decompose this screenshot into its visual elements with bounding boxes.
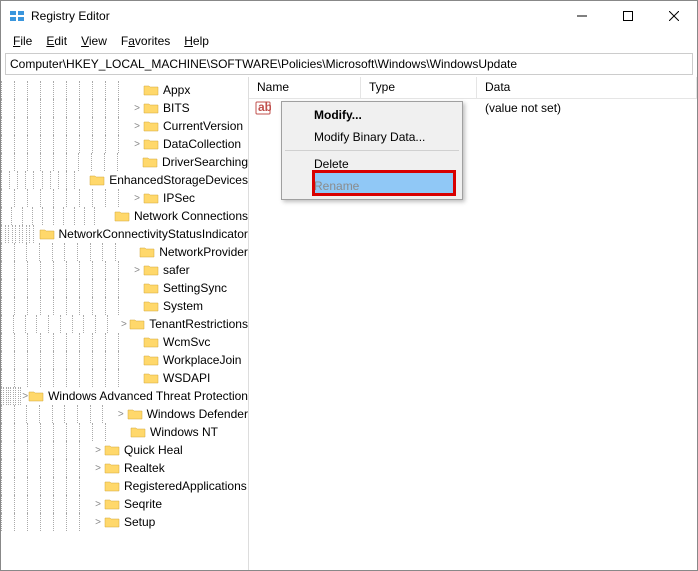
tree-item-label: WcmSvc (163, 335, 210, 349)
expander-icon[interactable]: > (92, 499, 104, 510)
tree-item-label: Network Connections (134, 209, 248, 223)
tree-item-label: NetworkProvider (159, 245, 248, 259)
tree-item[interactable]: Windows NT (1, 423, 248, 441)
tree-item[interactable]: NetworkProvider (1, 243, 248, 261)
tree-item[interactable]: > Quick Heal (1, 441, 248, 459)
tree-item[interactable]: > TenantRestrictions (1, 315, 248, 333)
window-controls (559, 1, 697, 31)
close-button[interactable] (651, 1, 697, 31)
minimize-button[interactable] (559, 1, 605, 31)
window-title: Registry Editor (31, 9, 559, 23)
expander-icon[interactable]: > (119, 319, 130, 330)
tree-item-label: Windows Defender (147, 407, 248, 421)
tree-item-label: CurrentVersion (163, 119, 243, 133)
tree-item[interactable]: WcmSvc (1, 333, 248, 351)
tree-pane[interactable]: Appx > BITS > CurrentVersion > DataCollection D… (1, 77, 249, 570)
tree-item[interactable]: WSDAPI (1, 369, 248, 387)
tree-item[interactable]: NetworkConnectivityStatusIndicator (1, 225, 248, 243)
context-delete[interactable]: Delete (284, 153, 460, 175)
tree-item[interactable]: > DataCollection (1, 135, 248, 153)
context-menu: Modify... Modify Binary Data... Delete R… (281, 101, 463, 200)
tree-item[interactable]: DriverSearching (1, 153, 248, 171)
column-name[interactable]: Name (249, 77, 361, 98)
tree-item[interactable]: > CurrentVersion (1, 117, 248, 135)
expander-icon[interactable]: > (131, 265, 143, 276)
tree-item-label: IPSec (163, 191, 195, 205)
context-modify[interactable]: Modify... (284, 104, 460, 126)
expander-icon[interactable]: > (115, 409, 127, 420)
tree-item-label: Quick Heal (124, 443, 183, 457)
tree-item[interactable]: EnhancedStorageDevices (1, 171, 248, 189)
context-separator (285, 150, 459, 151)
tree-item[interactable]: SettingSync (1, 279, 248, 297)
tree-item[interactable]: > Windows Defender (1, 405, 248, 423)
reg-string-icon: ab (255, 101, 271, 115)
menu-favorites[interactable]: Favorites (115, 32, 176, 50)
registry-editor-icon (9, 8, 25, 24)
svg-text:ab: ab (258, 101, 271, 114)
tree-item[interactable]: > IPSec (1, 189, 248, 207)
tree-item-label: RegisteredApplications (124, 479, 247, 493)
list-pane[interactable]: Name Type Data ab (value not set) Modify… (249, 77, 697, 570)
tree-item[interactable]: >Windows Advanced Threat Protection (1, 387, 248, 405)
tree-item-label: safer (163, 263, 190, 277)
titlebar: Registry Editor (1, 1, 697, 31)
tree-item[interactable]: WorkplaceJoin (1, 351, 248, 369)
tree-item[interactable]: Network Connections (1, 207, 248, 225)
tree-item[interactable]: System (1, 297, 248, 315)
maximize-button[interactable] (605, 1, 651, 31)
tree-item-label: WorkplaceJoin (163, 353, 241, 367)
menu-file[interactable]: File (7, 32, 38, 50)
list-cell-data: (value not set) (477, 100, 697, 116)
tree-item-label: Realtek (124, 461, 165, 475)
tree-item[interactable]: > BITS (1, 99, 248, 117)
menubar: File Edit View Favorites Help (1, 31, 697, 51)
expander-icon[interactable]: > (92, 463, 104, 474)
menu-view[interactable]: View (75, 32, 113, 50)
tree-item-label: Windows NT (150, 425, 218, 439)
tree-item-label: DataCollection (163, 137, 241, 151)
tree-item-label: Setup (124, 515, 155, 529)
tree-item-label: NetworkConnectivityStatusIndicator (59, 227, 248, 241)
tree-item-label: SettingSync (163, 281, 227, 295)
column-data[interactable]: Data (477, 77, 697, 98)
tree-item[interactable]: RegisteredApplications (1, 477, 248, 495)
tree-item-label: TenantRestrictions (149, 317, 248, 331)
expander-icon[interactable]: > (92, 445, 104, 456)
expander-icon[interactable]: > (131, 121, 143, 132)
context-rename[interactable]: Rename (284, 175, 460, 197)
tree-item-label: WSDAPI (163, 371, 210, 385)
tree-item[interactable]: > Realtek (1, 459, 248, 477)
tree-item-label: DriverSearching (162, 155, 248, 169)
menu-edit[interactable]: Edit (40, 32, 73, 50)
tree-item[interactable]: > safer (1, 261, 248, 279)
tree-item[interactable]: Appx (1, 81, 248, 99)
address-bar[interactable]: Computer\HKEY_LOCAL_MACHINE\SOFTWARE\Pol… (5, 53, 693, 75)
tree-item-label: Appx (163, 83, 190, 97)
expander-icon[interactable]: > (131, 103, 143, 114)
tree-item[interactable]: > Setup (1, 513, 248, 531)
tree-item-label: Windows Advanced Threat Protection (48, 389, 248, 403)
expander-icon[interactable]: > (92, 517, 104, 528)
tree-item-label: Seqrite (124, 497, 162, 511)
list-header: Name Type Data (249, 77, 697, 99)
tree-item-label: System (163, 299, 203, 313)
context-modify-binary[interactable]: Modify Binary Data... (284, 126, 460, 148)
menu-help[interactable]: Help (178, 32, 215, 50)
expander-icon[interactable]: > (131, 193, 143, 204)
tree-item[interactable]: > Seqrite (1, 495, 248, 513)
tree-item-label: BITS (163, 101, 190, 115)
column-type[interactable]: Type (361, 77, 477, 98)
expander-icon[interactable]: > (131, 139, 143, 150)
tree-item-label: EnhancedStorageDevices (109, 173, 248, 187)
